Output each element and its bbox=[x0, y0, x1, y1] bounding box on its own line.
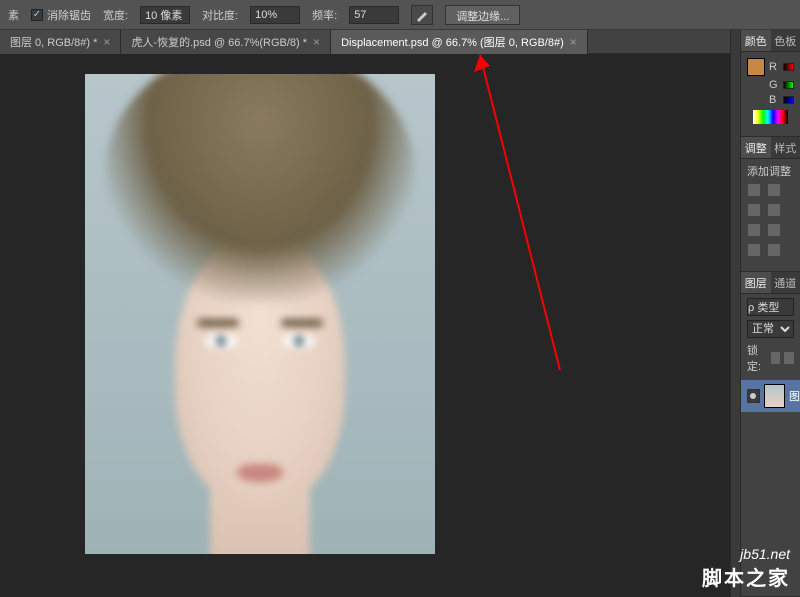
refine-edge-button[interactable]: 调整边缘... bbox=[445, 5, 520, 25]
width-input[interactable] bbox=[140, 6, 190, 24]
r-slider[interactable] bbox=[783, 63, 794, 71]
frequency-label: 频率: bbox=[312, 7, 337, 23]
foreground-swatch[interactable] bbox=[747, 58, 765, 76]
b-slider[interactable] bbox=[783, 96, 794, 104]
curves-icon[interactable] bbox=[747, 203, 761, 217]
close-icon[interactable]: × bbox=[313, 35, 320, 49]
lock-label: 锁定: bbox=[747, 342, 767, 374]
watermark-text: 脚本之家 bbox=[702, 562, 790, 591]
contrast-input[interactable] bbox=[250, 6, 300, 24]
tab-styles[interactable]: 样式 bbox=[771, 137, 800, 158]
lock-transparency-icon[interactable] bbox=[771, 352, 781, 364]
close-icon[interactable]: × bbox=[570, 35, 577, 49]
add-adjustment-label: 添加调整 bbox=[747, 163, 794, 179]
blend-mode-select[interactable]: 正常 bbox=[747, 320, 794, 338]
lock-pixels-icon[interactable] bbox=[784, 352, 794, 364]
g-slider[interactable] bbox=[783, 81, 794, 89]
adjustments-panel: 调整 样式 添加调整 bbox=[741, 137, 800, 272]
right-panels: 颜色 色板 R G B 调整 样式 bbox=[740, 30, 800, 597]
document-tabs: 图层 0, RGB/8#) * × 虎人-恢复的.psd @ 66.7%(RGB… bbox=[0, 30, 800, 54]
bw-icon[interactable] bbox=[747, 243, 761, 257]
panel-divider[interactable] bbox=[730, 30, 740, 597]
exposure-icon[interactable] bbox=[767, 203, 781, 217]
tab-label: Displacement.psd @ 66.7% (图层 0, RGB/8#) bbox=[341, 34, 564, 50]
tab-color[interactable]: 颜色 bbox=[741, 30, 771, 51]
tab-channels[interactable]: 通道 bbox=[771, 272, 800, 293]
visibility-icon[interactable] bbox=[747, 389, 760, 403]
tab-label: 图层 0, RGB/8#) * bbox=[10, 34, 97, 50]
watermark: jb51.net 脚本之家 bbox=[702, 546, 790, 591]
tab-adjustments[interactable]: 调整 bbox=[741, 137, 771, 158]
contrast-label: 对比度: bbox=[202, 7, 238, 23]
tab-swatches[interactable]: 色板 bbox=[771, 30, 800, 51]
antialias-label: 消除锯齿 bbox=[47, 7, 91, 23]
r-label: R bbox=[769, 61, 779, 73]
antialias-checkbox[interactable]: ✓ 消除锯齿 bbox=[31, 7, 91, 23]
layer-row[interactable]: 图 bbox=[741, 380, 800, 412]
adjustment-icons bbox=[747, 179, 794, 261]
canvas-workspace[interactable] bbox=[0, 54, 730, 597]
document-tab[interactable]: 虎人-恢复的.psd @ 66.7%(RGB/8) * × bbox=[121, 30, 331, 54]
hue-icon[interactable] bbox=[767, 223, 781, 237]
frequency-input[interactable] bbox=[349, 6, 399, 24]
vibrance-icon[interactable] bbox=[747, 223, 761, 237]
canvas-image bbox=[85, 74, 435, 554]
brightness-icon[interactable] bbox=[747, 183, 761, 197]
document-tab-active[interactable]: Displacement.psd @ 66.7% (图层 0, RGB/8#) … bbox=[331, 30, 588, 54]
width-label: 宽度: bbox=[103, 7, 128, 23]
layer-name: 图 bbox=[789, 388, 800, 404]
tab-label: 虎人-恢复的.psd @ 66.7%(RGB/8) * bbox=[131, 34, 307, 50]
tab-layers[interactable]: 图层 bbox=[741, 272, 771, 293]
levels-icon[interactable] bbox=[767, 183, 781, 197]
g-label: G bbox=[769, 79, 779, 91]
layer-thumbnail[interactable] bbox=[764, 384, 785, 408]
pen-pressure-icon[interactable] bbox=[411, 5, 433, 25]
close-icon[interactable]: × bbox=[103, 35, 110, 49]
kind-filter[interactable]: ρ 类型 bbox=[747, 298, 794, 316]
b-label: B bbox=[769, 94, 779, 106]
watermark-url: jb51.net bbox=[702, 546, 790, 562]
color-panel: 颜色 色板 R G B bbox=[741, 30, 800, 137]
document-tab[interactable]: 图层 0, RGB/8#) * × bbox=[0, 30, 121, 54]
options-bar: 素 ✓ 消除锯齿 宽度: 对比度: 频率: 调整边缘... bbox=[0, 0, 800, 30]
check-icon: ✓ bbox=[31, 9, 43, 21]
photo-filter-icon[interactable] bbox=[767, 243, 781, 257]
color-spectrum[interactable] bbox=[753, 110, 788, 124]
unit-suffix: 素 bbox=[8, 7, 19, 23]
